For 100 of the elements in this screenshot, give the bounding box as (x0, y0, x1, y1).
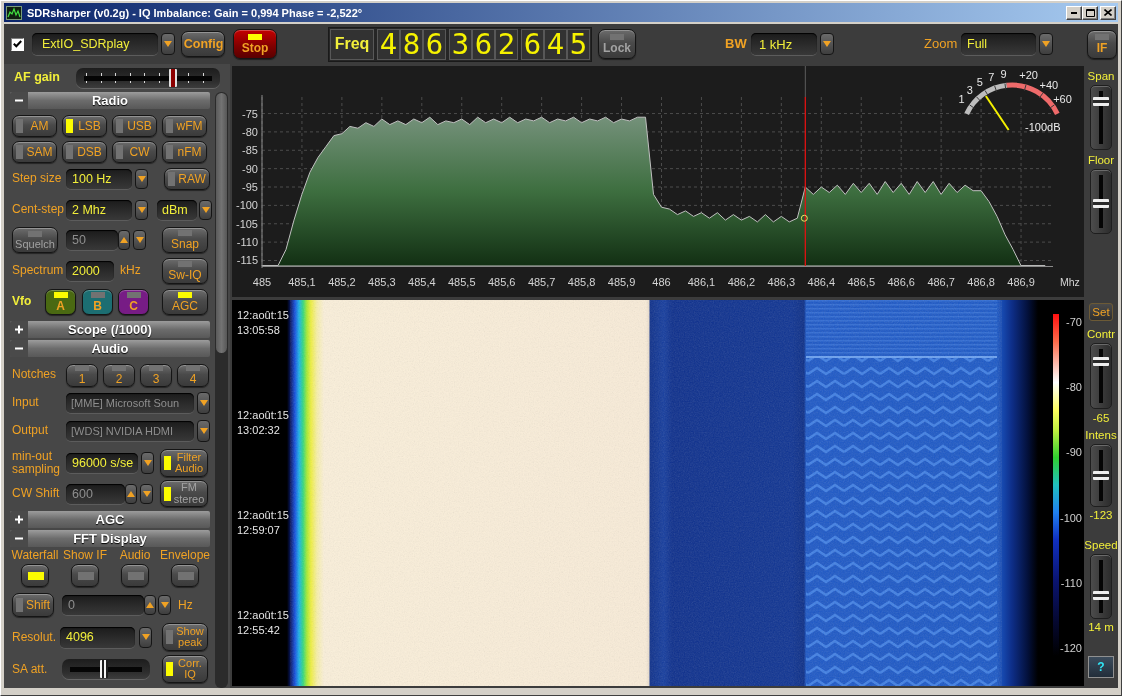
section-header[interactable]: Scope (/1000) (10, 321, 210, 338)
mode-button[interactable]: LSB (62, 115, 107, 137)
dropdown-button[interactable] (161, 33, 175, 55)
dropdown-button[interactable] (199, 200, 212, 220)
checkbox[interactable] (11, 37, 24, 51)
increment-button[interactable] (125, 483, 137, 504)
frequency-digit[interactable]: 4 (377, 28, 400, 60)
swap-iq-button[interactable]: Sw-IQ (162, 258, 208, 284)
show-peak-button[interactable]: Show peak (162, 623, 208, 652)
section-header[interactable]: Radio (10, 92, 210, 109)
slider-thumb[interactable] (1093, 357, 1109, 367)
dropdown-button[interactable] (197, 392, 210, 414)
zoom-select[interactable]: Full (961, 33, 1036, 55)
sa-att-slider[interactable] (62, 659, 150, 680)
decrement-button[interactable] (158, 595, 171, 616)
frequency-digit[interactable]: 6 (472, 28, 495, 60)
slider-thumb[interactable] (100, 660, 109, 679)
view-toggle-button[interactable] (21, 564, 49, 588)
notch-button[interactable]: 2 (103, 363, 135, 387)
notch-button[interactable]: 3 (140, 363, 172, 387)
section-header[interactable]: AGC (10, 511, 210, 528)
slider-thumb[interactable] (1093, 199, 1109, 209)
frequency-digit[interactable]: 8 (400, 28, 423, 60)
frequency-digit[interactable]: 3 (449, 28, 472, 60)
vfo-button[interactable]: B (82, 288, 113, 315)
help-button[interactable]: ? (1088, 656, 1114, 678)
view-toggle-button[interactable] (121, 564, 149, 588)
floor-slider[interactable] (1090, 169, 1112, 234)
source-select[interactable]: ExtIO_SDRplay (32, 33, 158, 55)
raw-button[interactable]: RAW (164, 168, 210, 190)
mode-button[interactable]: DSB (62, 141, 107, 163)
vfo-button[interactable]: C (118, 288, 149, 315)
sample-rate-select[interactable]: 96000 s/se (66, 453, 138, 473)
dropdown-button[interactable] (135, 200, 148, 220)
resolution-select[interactable]: 4096 (60, 626, 135, 648)
config-button[interactable]: Config (181, 31, 225, 57)
scale-label: -120 (1059, 640, 1082, 656)
dropdown-button[interactable] (197, 420, 210, 442)
if-button[interactable]: IF (1087, 29, 1117, 59)
caret-down-icon (201, 207, 210, 213)
mode-button[interactable]: wFM (162, 115, 207, 137)
mode-button[interactable]: nFM (162, 141, 207, 163)
caret-down-icon (160, 602, 169, 609)
shift-button[interactable]: Shift (12, 593, 54, 618)
caret-down-icon (141, 634, 150, 641)
increment-button[interactable] (118, 230, 130, 250)
notch-button[interactable]: 1 (66, 363, 98, 387)
set-button[interactable]: Set (1089, 303, 1113, 321)
scrollbar-thumb[interactable] (216, 93, 227, 353)
frequency-digit[interactable]: 6 (521, 28, 544, 60)
mode-button[interactable]: SAM (12, 141, 57, 163)
intensity-slider[interactable] (1090, 444, 1112, 507)
corr-iq-button[interactable]: Corr. IQ (162, 655, 208, 684)
view-toggle-button[interactable] (71, 564, 99, 588)
frequency-digit[interactable]: 2 (495, 28, 518, 60)
spectrum-width-field[interactable]: 2000 (66, 261, 114, 281)
center-step-select[interactable]: 2 Mhz (66, 200, 132, 220)
mode-button[interactable]: CW (112, 141, 157, 163)
agc-button[interactable]: AGC (162, 288, 208, 315)
axis-unit-label: Mhz (1060, 276, 1080, 288)
span-slider[interactable] (1090, 85, 1112, 150)
axis-tick-label: 485,1 (288, 276, 316, 288)
stop-button[interactable]: Stop (233, 29, 277, 59)
unit-select[interactable]: dBm (157, 200, 197, 220)
mode-button[interactable]: USB (112, 115, 157, 137)
contrast-slider[interactable] (1090, 343, 1112, 409)
scale-label: -90 (1066, 445, 1082, 461)
decrement-button[interactable] (133, 230, 146, 250)
view-toggle-button[interactable] (171, 564, 199, 588)
af-gain-slider[interactable] (76, 68, 220, 88)
dropdown-button[interactable] (1039, 33, 1053, 55)
dropdown-button[interactable] (141, 452, 154, 474)
dropdown-button[interactable] (135, 169, 148, 189)
minimize-button[interactable] (1066, 5, 1082, 20)
speed-slider[interactable] (1090, 554, 1112, 619)
slider-thumb[interactable] (1093, 591, 1109, 601)
vfo-button[interactable]: A (45, 288, 76, 315)
slider-thumb[interactable] (169, 69, 178, 87)
frequency-digit[interactable]: 5 (567, 28, 590, 60)
section-header[interactable]: Audio (10, 340, 210, 357)
field-label: SA att. (12, 662, 49, 676)
filter-audio-button[interactable]: Filter Audio (160, 449, 208, 477)
dropdown-button[interactable] (820, 33, 834, 55)
mode-button[interactable]: AM (12, 115, 57, 137)
slider-thumb[interactable] (1093, 471, 1109, 480)
step-size-select[interactable]: 100 Hz (66, 169, 132, 189)
slider-thumb[interactable] (1093, 96, 1109, 106)
notch-button[interactable]: 4 (177, 363, 209, 387)
bandwidth-select[interactable]: 1 kHz (751, 33, 817, 55)
increment-button[interactable] (144, 595, 156, 616)
close-button[interactable] (1100, 5, 1116, 20)
decrement-button[interactable] (140, 483, 153, 504)
snap-button[interactable]: Snap (162, 227, 208, 253)
frequency-digit[interactable]: 6 (423, 28, 446, 60)
unit-label: Hz (178, 598, 193, 612)
scrollbar-track[interactable] (215, 92, 228, 688)
maximize-button[interactable] (1082, 5, 1098, 20)
section-header[interactable]: FFT Display (10, 530, 210, 547)
frequency-digit[interactable]: 4 (544, 28, 567, 60)
dropdown-button[interactable] (139, 626, 152, 648)
